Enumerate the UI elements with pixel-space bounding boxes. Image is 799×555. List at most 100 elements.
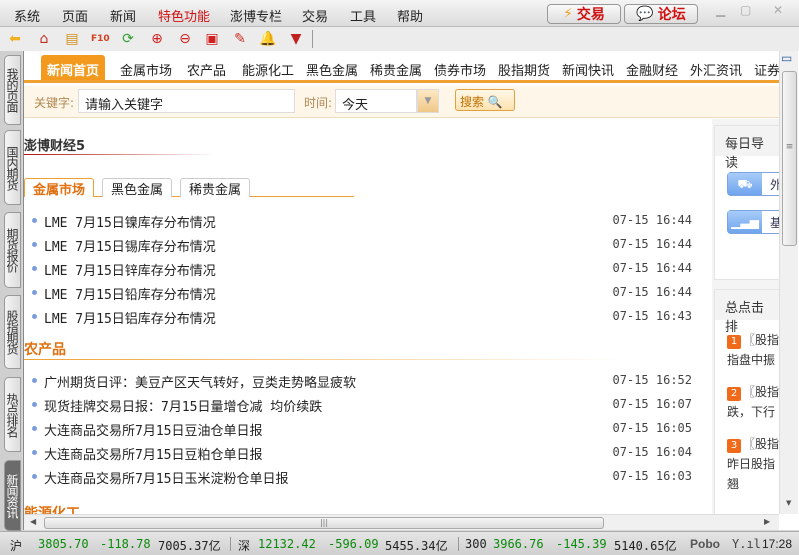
news-time: 07-15 16:44 — [612, 213, 692, 227]
news-row[interactable]: 现货挂牌交易日报：7月15日量增仓减 均价续跌 07-15 16:07 — [32, 395, 692, 415]
trade-button[interactable]: ⚡ 交易 — [547, 4, 621, 24]
close-icon[interactable]: ✕ — [773, 3, 783, 17]
menu-features[interactable]: 特色功能 — [158, 6, 210, 25]
news-row[interactable]: LME 7月15日镍库存分布情况 07-15 16:44 — [32, 211, 692, 231]
rank-text: 〖股指 — [743, 333, 779, 347]
news-title[interactable]: 现货挂牌交易日报：7月15日量增仓减 均价续跌 — [44, 396, 322, 415]
side-tab-domestic-futures[interactable]: 国内期货 — [4, 130, 21, 205]
news-title[interactable]: 广州期货日评：美豆产区天气转好，豆类走势略显疲软 — [44, 372, 356, 391]
side-tab-my-page[interactable]: 我的页面 — [4, 55, 21, 125]
nav-tab-ferrous[interactable]: 黑色金属 — [306, 60, 358, 79]
news-main: 澎博财经5 金属市场 黑色金属 稀贵金属 LME 7月15日镍库存分布情况 07-… — [24, 119, 712, 514]
news-time: 07-15 16:43 — [612, 309, 692, 323]
bullet-icon — [32, 314, 37, 319]
sub-tab-precious[interactable]: 稀贵金属 — [180, 178, 251, 198]
news-row[interactable]: LME 7月15日铅库存分布情况 07-15 16:44 — [32, 283, 692, 303]
news-row[interactable]: LME 7月15日铝库存分布情况 07-15 16:43 — [32, 307, 692, 327]
nav-tab-agri[interactable]: 农产品 — [187, 60, 226, 79]
horizontal-scroll-thumb[interactable]: ||| — [44, 517, 604, 529]
news-row[interactable]: LME 7月15日锡库存分布情况 07-15 16:44 — [32, 235, 692, 255]
rank-item[interactable]: 3 〖股指 昨日股指翘 — [727, 434, 779, 494]
menu-news[interactable]: 新闻 — [110, 6, 136, 25]
horizontal-scrollbar[interactable]: ◀ ||| ▶ — [24, 514, 779, 530]
home-icon[interactable]: ⌂ — [35, 30, 53, 48]
nav-tab-index-futures[interactable]: 股指期货 — [498, 60, 550, 79]
side-tab-futures-quotes[interactable]: 期货报价 — [4, 212, 21, 288]
nav-tab-flash[interactable]: 新闻快讯 — [562, 60, 614, 79]
search-button-label: 搜索 — [460, 95, 485, 109]
filter-icon[interactable]: ▼ — [287, 30, 305, 48]
scroll-left-arrow-icon[interactable]: ◀ — [30, 517, 36, 526]
menu-help[interactable]: 帮助 — [397, 6, 423, 25]
time-select[interactable]: 今天 — [335, 89, 417, 113]
nav-tab-metal[interactable]: 金属市场 — [120, 60, 172, 79]
bullet-icon — [32, 378, 37, 383]
news-title[interactable]: 大连商品交易所7月15日豆粕仓单日报 — [44, 444, 262, 463]
news-title[interactable]: LME 7月15日锌库存分布情况 — [44, 260, 216, 279]
f10-icon[interactable]: F10 — [91, 30, 110, 48]
nav-tab-finance[interactable]: 金融财经 — [626, 60, 678, 79]
maximize-icon[interactable]: ▢ — [740, 3, 751, 17]
rank-item[interactable]: 2 〖股指 跌，下行 — [727, 382, 779, 422]
forum-button[interactable]: 💬 论坛 — [624, 4, 698, 24]
news-row[interactable]: 大连商品交易所7月15日豆粕仓单日报 07-15 16:04 — [32, 443, 692, 463]
keyword-input[interactable]: 请输入关键字 — [78, 89, 295, 113]
back-arrow-icon[interactable]: ⬅ — [6, 30, 24, 48]
menu-column[interactable]: 澎博专栏 — [230, 6, 282, 25]
notes-icon[interactable]: ▤ — [63, 30, 81, 48]
menu-page[interactable]: 页面 — [62, 6, 88, 25]
nav-tab-securities[interactable]: 证券 — [754, 60, 779, 79]
nav-tab-energy[interactable]: 能源化工 — [242, 60, 294, 79]
nav-tab-forex[interactable]: 外汇资讯 — [690, 60, 742, 79]
section-title: 澎博财经5 — [24, 139, 86, 154]
rank-item[interactable]: 1 〖股指 指盘中振 — [727, 330, 779, 370]
content-pane: 新闻首页 金属市场 农产品 能源化工 黑色金属 稀贵金属 债券市场 股指期货 新… — [23, 51, 799, 530]
news-title[interactable]: 大连商品交易所7月15日玉米淀粉仓单日报 — [44, 468, 288, 487]
sh-label: 沪 — [10, 539, 23, 553]
search-button[interactable]: 搜索 🔍 — [455, 89, 515, 111]
vertical-scroll-thumb[interactable]: ≡ — [782, 71, 797, 246]
news-row[interactable]: 大连商品交易所7月15日玉米淀粉仓单日报 07-15 16:03 — [32, 467, 692, 487]
sub-tab-metal[interactable]: 金属市场 — [24, 178, 95, 198]
news-title[interactable]: LME 7月15日锡库存分布情况 — [44, 236, 216, 255]
news-title[interactable]: LME 7月15日铅库存分布情况 — [44, 284, 216, 303]
bullet-icon — [32, 242, 37, 247]
news-title[interactable]: 大连商品交易所7月15日豆油仓单日报 — [44, 420, 262, 439]
restore-panel-icon[interactable]: ▭ — [781, 51, 792, 65]
daily-item-label: 外 — [770, 178, 779, 192]
daily-item-2[interactable]: ▁▃▅ 基 — [727, 210, 779, 234]
vertical-scrollbar[interactable]: ▭ ≡ ▼ — [779, 51, 798, 514]
search-bar: 关键字: 请输入关键字 时间: 今天 ▼ 搜索 🔍 — [24, 86, 779, 118]
side-tab-index-futures[interactable]: 股指期货 — [4, 295, 21, 369]
chevron-down-icon[interactable]: ▼ — [417, 89, 439, 113]
zoom-in-icon[interactable]: ⊕ — [148, 30, 166, 48]
sub-tab-ferrous[interactable]: 黑色金属 — [102, 178, 173, 198]
news-title[interactable]: LME 7月15日铝库存分布情况 — [44, 308, 216, 327]
news-row[interactable]: 广州期货日评：美豆产区天气转好，豆类走势略显疲软 07-15 16:52 — [32, 371, 692, 391]
nav-tab-bonds[interactable]: 债券市场 — [434, 60, 486, 79]
menu-tools[interactable]: 工具 — [350, 6, 376, 25]
daily-guide-box: 每日导读 ⛟ 外 ▁▃▅ 基 — [714, 125, 779, 280]
daily-item-1[interactable]: ⛟ 外 — [727, 172, 779, 196]
windows-icon[interactable]: ▣ — [203, 30, 221, 48]
minimize-icon[interactable]: ▁ — [716, 3, 725, 17]
news-row[interactable]: 大连商品交易所7月15日豆油仓单日报 07-15 16:05 — [32, 419, 692, 439]
scroll-down-arrow-icon[interactable]: ▼ — [786, 499, 791, 507]
nav-tab-home[interactable]: 新闻首页 — [41, 55, 106, 80]
rank-badge: 1 — [727, 335, 741, 349]
zoom-out-icon[interactable]: ⊖ — [176, 30, 194, 48]
nav-tab-precious[interactable]: 稀贵金属 — [370, 60, 422, 79]
side-tab-label: 新闻资讯 — [5, 473, 19, 518]
bell-icon[interactable]: 🔔 — [259, 30, 277, 48]
section-divider — [24, 359, 624, 360]
news-row[interactable]: LME 7月15日锌库存分布情况 07-15 16:44 — [32, 259, 692, 279]
side-tab-hot-rank[interactable]: 热点排名 — [4, 377, 21, 452]
side-tab-news[interactable]: 新闻资讯 — [4, 460, 21, 531]
pen-icon[interactable]: ✎ — [231, 30, 249, 48]
news-title[interactable]: LME 7月15日镍库存分布情况 — [44, 212, 216, 231]
refresh-icon[interactable]: ⟳ — [119, 30, 137, 48]
menu-trade[interactable]: 交易 — [302, 6, 328, 25]
menu-system[interactable]: 系统 — [14, 6, 40, 25]
scroll-right-arrow-icon[interactable]: ▶ — [764, 517, 770, 526]
rank-text: 〖股指 — [743, 437, 779, 451]
